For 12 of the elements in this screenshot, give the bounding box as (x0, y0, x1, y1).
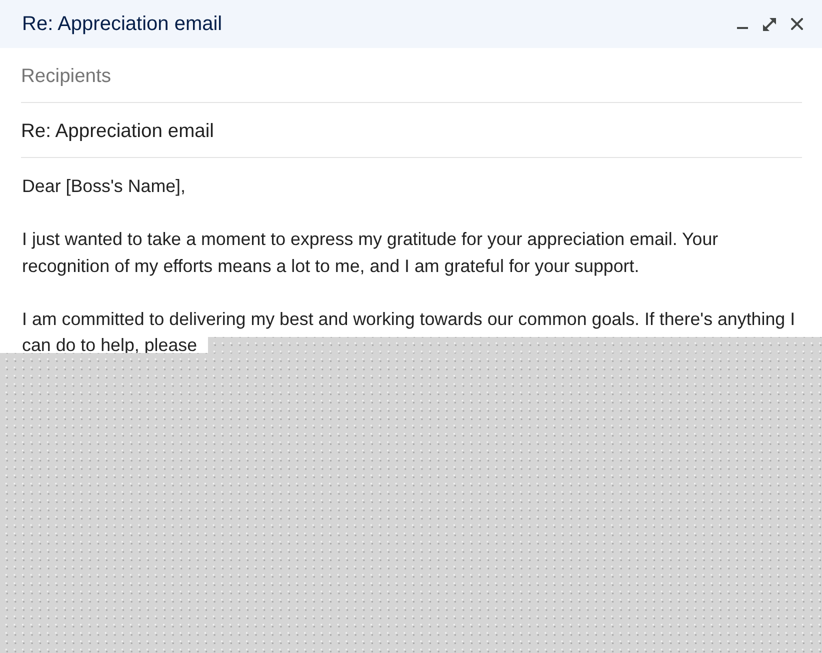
body-paragraph: Dear [Boss's Name], (22, 175, 186, 198)
window-title: Re: Appreciation email (22, 12, 224, 36)
minimize-icon (737, 26, 748, 30)
subject-field[interactable]: Re: Appreciation email (21, 120, 802, 142)
recipients-field[interactable]: Recipients (21, 66, 802, 88)
minimize-button[interactable] (737, 26, 748, 30)
body-paragraph: I am committed to delivering my best and working towards our common goals. If there's anything I can do to help, please (22, 308, 796, 357)
close-icon (791, 18, 803, 30)
expand-icon (763, 18, 776, 30)
close-button[interactable] (791, 18, 803, 30)
full-screen-button[interactable] (763, 18, 776, 30)
body-paragraph: I just wanted to take a moment to express my gratitude for your appreciation email. Your recognition of my efforts means a lot to me, and I am grateful for your support. (22, 228, 720, 278)
